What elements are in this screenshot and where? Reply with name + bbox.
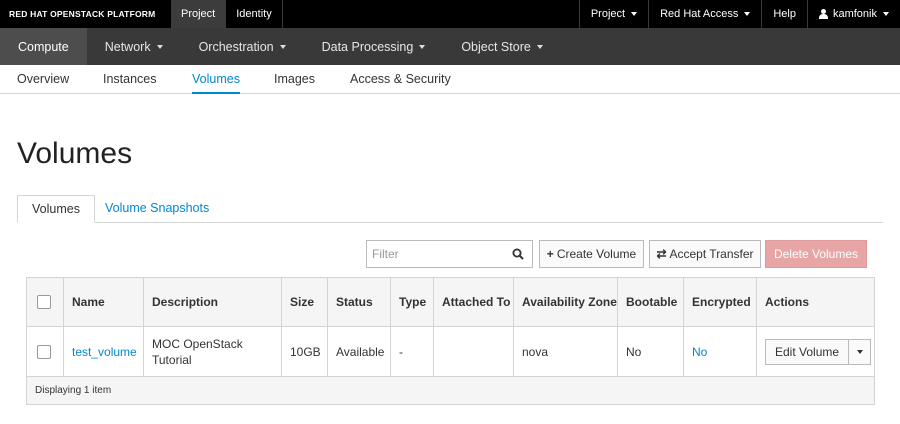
- chevron-down-icon: [744, 12, 751, 16]
- encrypted-cell: No: [683, 327, 756, 376]
- bootable-cell: No: [617, 327, 683, 376]
- column-header-status[interactable]: Status: [327, 278, 390, 326]
- chevron-down-icon: [156, 44, 163, 49]
- nav-object-store[interactable]: Object Store: [443, 28, 560, 65]
- row-checkbox[interactable]: [37, 344, 51, 359]
- user-menu[interactable]: kamfonik: [806, 0, 900, 28]
- status-cell: Available: [327, 327, 390, 376]
- volume-name-link[interactable]: test_volume: [72, 344, 137, 360]
- edit-volume-button[interactable]: Edit Volume: [765, 338, 850, 365]
- top-tab-identity[interactable]: Identity: [226, 0, 283, 28]
- nav-network-label: Network: [104, 39, 151, 54]
- table-row: test_volume MOC OpenStack Tutorial 10GB …: [27, 327, 874, 377]
- table-footer: Displaying 1 item: [27, 377, 874, 404]
- row-select-cell: [27, 327, 63, 376]
- encrypted-link[interactable]: No: [692, 344, 707, 360]
- subnav-access-security[interactable]: Access & Security: [350, 65, 451, 94]
- nav-orchestration-label: Orchestration: [198, 39, 274, 54]
- chevron-down-icon: [856, 349, 863, 354]
- column-header-availability-zone[interactable]: Availability Zone: [513, 278, 617, 326]
- column-header-size[interactable]: Size: [281, 278, 327, 326]
- nav-orchestration[interactable]: Orchestration: [181, 28, 304, 65]
- chevron-down-icon: [631, 12, 638, 16]
- column-header-attached-to[interactable]: Attached To: [433, 278, 513, 326]
- select-all-cell: [27, 278, 63, 326]
- project-menu[interactable]: Project: [578, 0, 648, 28]
- tab-volume-snapshots[interactable]: Volume Snapshots: [91, 195, 223, 223]
- nav-network[interactable]: Network: [87, 28, 181, 65]
- column-header-actions: Actions: [756, 278, 874, 326]
- red-hat-access-menu[interactable]: Red Hat Access: [648, 0, 761, 28]
- delete-volumes-button[interactable]: Delete Volumes: [765, 240, 867, 268]
- attached-to-cell: [433, 327, 513, 376]
- column-header-type[interactable]: Type: [390, 278, 433, 326]
- nav-compute[interactable]: Compute: [0, 28, 87, 65]
- filter-box: [366, 240, 533, 268]
- size-cell: 10GB: [281, 327, 327, 376]
- nav-object-store-label: Object Store: [461, 39, 531, 54]
- actions-dropdown-toggle[interactable]: [849, 338, 872, 365]
- filter-input[interactable]: [367, 241, 507, 267]
- subnav-volumes[interactable]: Volumes: [192, 65, 240, 94]
- chevron-down-icon: [536, 44, 543, 49]
- main-nav: Compute Network Orchestration Data Proce…: [0, 28, 900, 65]
- sub-nav: Overview Instances Volumes Images Access…: [0, 65, 900, 94]
- actions-cell: Edit Volume: [756, 327, 874, 376]
- subnav-overview[interactable]: Overview: [17, 65, 69, 94]
- volumes-table: Name Description Size Status Type Attach…: [26, 277, 875, 405]
- chevron-down-icon: [279, 44, 286, 49]
- column-header-description[interactable]: Description: [143, 278, 281, 326]
- red-hat-access-label: Red Hat Access: [660, 8, 739, 20]
- column-header-bootable[interactable]: Bootable: [617, 278, 683, 326]
- user-name: kamfonik: [832, 8, 877, 20]
- top-bar: RED HAT OPENSTACK PLATFORM Project Ident…: [0, 0, 900, 28]
- table-header: Name Description Size Status Type Attach…: [27, 278, 874, 327]
- plus-icon: +: [546, 247, 554, 261]
- brand-logo[interactable]: RED HAT OPENSTACK PLATFORM: [0, 0, 171, 28]
- chevron-down-icon: [883, 12, 889, 16]
- edit-volume-button-group: Edit Volume: [765, 338, 872, 365]
- subnav-images[interactable]: Images: [274, 65, 315, 94]
- transfer-arrows-icon: ⇄: [656, 247, 667, 261]
- nav-compute-label: Compute: [18, 39, 69, 54]
- select-all-checkbox[interactable]: [37, 295, 51, 309]
- top-tab-project[interactable]: Project: [171, 0, 227, 28]
- create-volume-button[interactable]: + Create Volume: [539, 240, 644, 268]
- help-link[interactable]: Help: [761, 0, 807, 28]
- column-header-encrypted[interactable]: Encrypted: [683, 278, 756, 326]
- name-cell: test_volume: [63, 327, 143, 376]
- page-title: Volumes: [17, 137, 133, 170]
- project-menu-label: Project: [590, 8, 626, 20]
- create-volume-label: Create Volume: [556, 247, 637, 261]
- subnav-instances[interactable]: Instances: [103, 65, 157, 94]
- column-header-name[interactable]: Name: [63, 278, 143, 326]
- accept-transfer-label: Accept Transfer: [669, 247, 754, 261]
- search-icon[interactable]: [512, 248, 524, 260]
- chevron-down-icon: [419, 44, 426, 49]
- tab-volumes[interactable]: Volumes: [17, 195, 95, 223]
- nav-data-processing[interactable]: Data Processing: [304, 28, 444, 65]
- description-cell: MOC OpenStack Tutorial: [143, 327, 281, 376]
- accept-transfer-button[interactable]: ⇄ Accept Transfer: [649, 240, 761, 268]
- user-icon: [818, 9, 828, 19]
- nav-data-processing-label: Data Processing: [321, 39, 414, 54]
- availability-zone-cell: nova: [513, 327, 617, 376]
- type-cell: -: [390, 327, 433, 376]
